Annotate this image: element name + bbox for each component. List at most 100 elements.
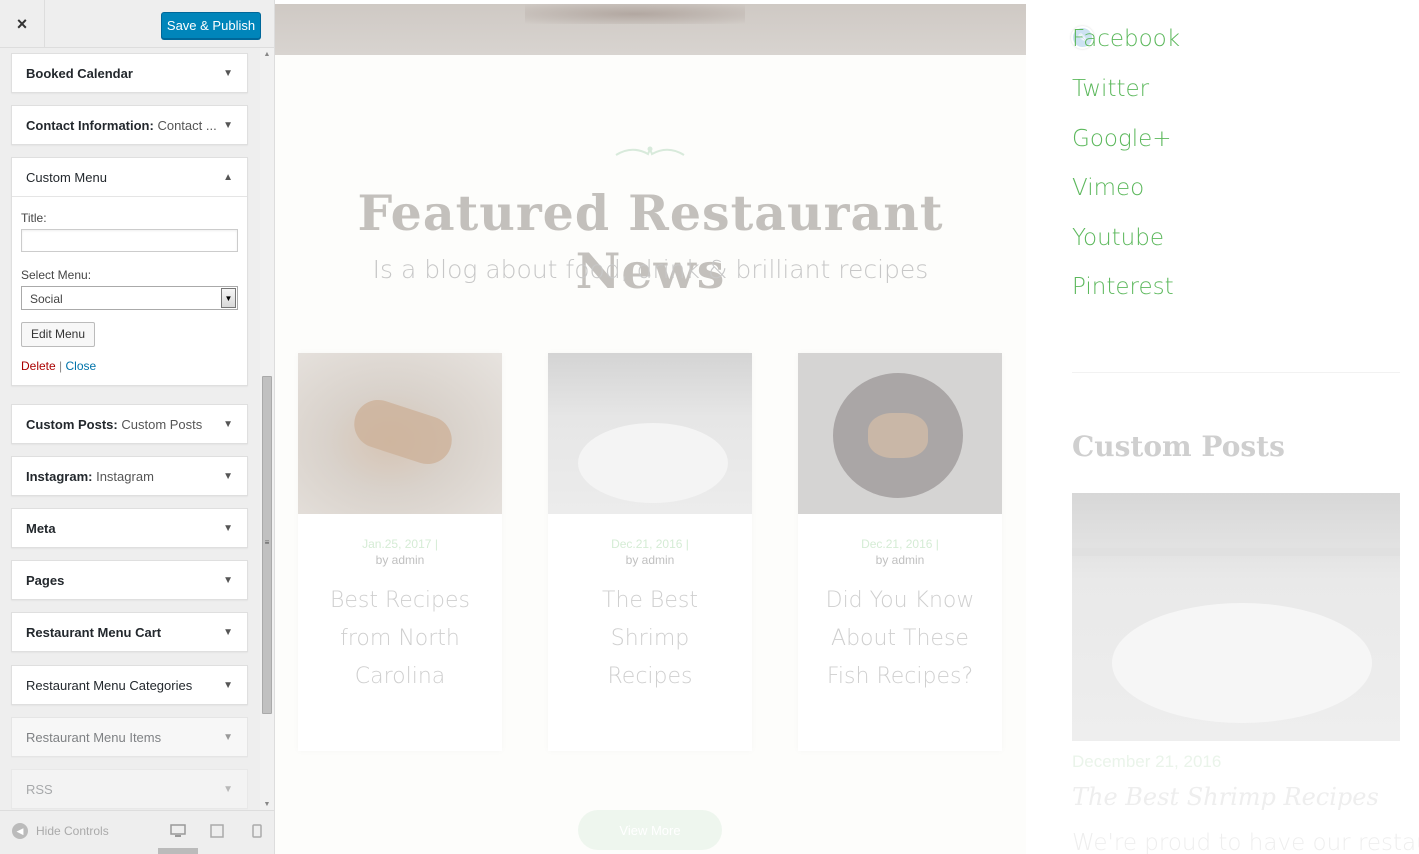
widget-title: Restaurant Menu Categories (26, 677, 193, 693)
select-menu-value: Social (30, 292, 63, 306)
post-card[interactable]: Jan.25, 2017 | by admin Best Recipes fro… (298, 353, 502, 751)
social-link-facebook[interactable]: Facebook (1072, 26, 1180, 52)
post-thumbnail[interactable] (548, 353, 752, 514)
widget-form: Title: Select Menu: Social ▼ Edit Menu D… (12, 196, 247, 385)
widget-subtitle: Contact ... (157, 117, 217, 133)
save-publish-button[interactable]: Save & Publish (161, 12, 261, 39)
widget-header[interactable]: Instagram: Instagram ▼ (12, 457, 247, 495)
social-link-twitter[interactable]: Twitter (1072, 76, 1149, 102)
expand-arrow-icon[interactable]: ▼ (223, 732, 233, 743)
site-preview: Featured Restaurant News Is a blog about… (275, 0, 1419, 854)
close-link[interactable]: Close (66, 359, 97, 373)
expand-arrow-icon[interactable]: ▼ (223, 575, 233, 586)
post-card[interactable]: Dec.21, 2016 | by admin Did You Know Abo… (798, 353, 1002, 751)
widget-title: Booked Calendar (26, 65, 133, 81)
custom-post-title[interactable]: The Best Shrimp Recipes (1072, 783, 1379, 811)
widget-title: Instagram: (26, 468, 93, 484)
view-more-button[interactable]: View More (578, 810, 722, 850)
widget-header[interactable]: Restaurant Menu Items ▼ (12, 718, 247, 756)
custom-post-thumbnail[interactable] (1072, 493, 1400, 741)
post-date: Jan.25, 2017 (362, 537, 432, 551)
mobile-preview-icon[interactable] (249, 824, 265, 838)
widget-meta[interactable]: Meta ▼ (11, 508, 248, 548)
expand-arrow-icon[interactable]: ▼ (223, 523, 233, 534)
post-title[interactable]: Did You Know About These Fish Recipes? (825, 582, 975, 696)
post-meta: Dec.21, 2016 | by admin (548, 536, 752, 568)
divider (1072, 372, 1400, 373)
social-link-vimeo[interactable]: Vimeo (1072, 175, 1144, 201)
widget-restaurant-menu-items[interactable]: Restaurant Menu Items ▼ (11, 717, 248, 757)
close-customizer-button[interactable]: × (0, 0, 45, 48)
scrollbar-thumb[interactable]: ≡ (262, 376, 272, 714)
tablet-preview-icon[interactable] (209, 824, 225, 838)
hide-controls-button[interactable]: ◀ Hide Controls (12, 823, 109, 839)
expand-arrow-icon[interactable]: ▼ (223, 680, 233, 691)
scroll-up-icon[interactable]: ▲ (260, 48, 274, 60)
widget-header[interactable]: Restaurant Menu Categories ▼ (12, 666, 247, 704)
expand-arrow-icon[interactable]: ▼ (223, 471, 233, 482)
expand-arrow-icon[interactable]: ▼ (223, 68, 233, 79)
customizer-sidebar: × Save & Publish Booked Calendar ▼ Conta… (0, 0, 275, 854)
edit-menu-button[interactable]: Edit Menu (21, 322, 96, 347)
post-card[interactable]: Dec.21, 2016 | by admin The Best Shrimp … (548, 353, 752, 751)
widget-header[interactable]: RSS ▼ (12, 770, 247, 808)
widget-header[interactable]: Custom Menu ▲ (12, 158, 247, 196)
post-author[interactable]: by admin (548, 552, 752, 568)
main-content: Featured Restaurant News Is a blog about… (275, 4, 1026, 854)
widget-booked-calendar[interactable]: Booked Calendar ▼ (11, 53, 248, 93)
expand-arrow-icon[interactable]: ▼ (223, 627, 233, 638)
expand-arrow-icon[interactable]: ▼ (223, 419, 233, 430)
post-author[interactable]: by admin (798, 552, 1002, 568)
scroll-down-icon[interactable]: ▼ (260, 798, 274, 810)
widget-title: RSS (26, 781, 53, 797)
meta-separator: | (935, 537, 939, 551)
widgets-scrollbar[interactable]: ▲ ≡ ▼ (260, 48, 274, 810)
widget-header[interactable]: Meta ▼ (12, 509, 247, 547)
widget-custom-menu[interactable]: Custom Menu ▲ Title: Select Menu: Social… (11, 157, 248, 386)
select-menu-dropdown[interactable]: Social ▼ (21, 286, 238, 310)
widget-actions: Delete | Close (21, 359, 238, 373)
widget-pages[interactable]: Pages ▼ (11, 560, 248, 600)
social-link-youtube[interactable]: Youtube (1072, 225, 1164, 251)
widget-restaurant-menu-categories[interactable]: Restaurant Menu Categories ▼ (11, 665, 248, 705)
meta-separator: | (685, 537, 689, 551)
widget-custom-posts[interactable]: Custom Posts: Custom Posts ▼ (11, 404, 248, 444)
collapse-icon: ◀ (12, 823, 28, 839)
widget-header[interactable]: Restaurant Menu Cart ▼ (12, 613, 247, 651)
expand-arrow-icon[interactable]: ▼ (223, 784, 233, 795)
featured-subtitle: Is a blog about food, drink & brilliant … (372, 255, 929, 284)
post-thumbnail[interactable] (798, 353, 1002, 514)
post-title[interactable]: Best Recipes from North Carolina (325, 582, 475, 696)
widget-rss[interactable]: RSS ▼ (11, 769, 248, 809)
widget-contact-information[interactable]: Contact Information: Contact ... ▼ (11, 105, 248, 145)
custom-post-date: December 21, 2016 (1072, 752, 1222, 771)
widgets-panel: Booked Calendar ▼ Contact Information: C… (0, 48, 260, 810)
meta-separator: | (434, 537, 438, 551)
widget-title: Custom Menu (26, 169, 107, 185)
widget-title: Pages (26, 572, 65, 588)
delete-link[interactable]: Delete (21, 359, 56, 373)
widget-restaurant-menu-cart[interactable]: Restaurant Menu Cart ▼ (11, 612, 248, 652)
post-author[interactable]: by admin (298, 552, 502, 568)
customizer-footer: ◀ Hide Controls (0, 810, 274, 854)
post-thumbnail[interactable] (298, 353, 502, 514)
expand-arrow-icon[interactable]: ▼ (223, 120, 233, 131)
widget-header[interactable]: Custom Posts: Custom Posts ▼ (12, 405, 247, 443)
widget-subtitle: Custom Posts (121, 416, 203, 432)
title-input[interactable] (21, 229, 238, 252)
ornament-icon (615, 146, 685, 156)
post-title[interactable]: The Best Shrimp Recipes (575, 582, 725, 696)
collapse-arrow-icon[interactable]: ▲ (223, 172, 233, 183)
widget-instagram[interactable]: Instagram: Instagram ▼ (11, 456, 248, 496)
social-link-pinterest[interactable]: Pinterest (1072, 274, 1174, 300)
social-link-googleplus[interactable]: Google+ (1072, 126, 1172, 152)
widget-header[interactable]: Pages ▼ (12, 561, 247, 599)
preview-sidebar: ✎ Facebook Twitter Google+ Vimeo Youtube… (1048, 0, 1419, 854)
post-meta: Dec.21, 2016 | by admin (798, 536, 1002, 568)
widget-header[interactable]: Contact Information: Contact ... ▼ (12, 106, 247, 144)
chevron-down-icon[interactable]: ▼ (221, 288, 236, 308)
grip-icon: ≡ (264, 538, 270, 547)
widget-header[interactable]: Booked Calendar ▼ (12, 54, 247, 92)
desktop-preview-icon[interactable] (170, 824, 186, 838)
widget-title: Contact Information: (26, 117, 154, 133)
